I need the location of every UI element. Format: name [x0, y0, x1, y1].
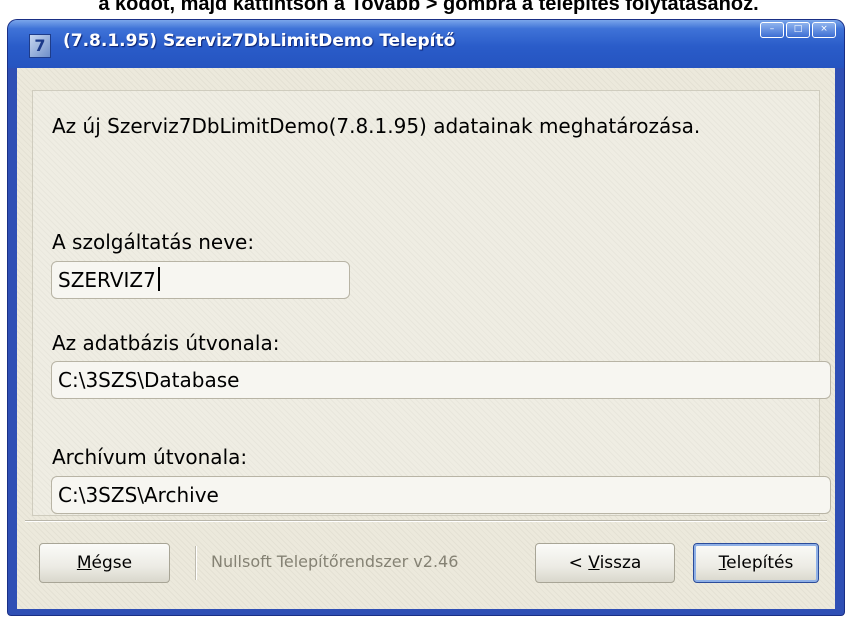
archive-path-input[interactable]: C:\3SZS\Archive — [51, 476, 831, 514]
cancel-accel-key: M — [76, 553, 92, 573]
archive-path-value: C:\3SZS\Archive — [58, 483, 219, 507]
footer-separator — [25, 520, 827, 522]
window-title: (7.8.1.95) Szerviz7DbLimitDemo Telepítő — [63, 31, 456, 51]
back-accel-key: V — [588, 553, 600, 573]
install-button[interactable]: Telepítés — [693, 543, 819, 583]
database-path-label: Az adatbázis útvonala: — [52, 331, 280, 355]
cancel-label-rest: égse — [91, 553, 133, 573]
database-path-input[interactable]: C:\3SZS\Database — [51, 361, 831, 399]
back-label-prefix: < — [568, 553, 589, 573]
archive-path-label: Archívum útvonala: — [52, 445, 248, 469]
page-heading: Az új Szerviz7DbLimitDemo(7.8.1.95) adat… — [52, 114, 701, 138]
close-icon[interactable]: × — [812, 22, 836, 38]
text-caret — [157, 267, 160, 291]
minimize-icon[interactable]: – — [760, 22, 784, 38]
installer-branding: Nullsoft Telepítőrendszer v2.46 — [211, 552, 459, 571]
service-name-value: SZERVIZ7 — [58, 268, 156, 292]
service-name-input[interactable]: SZERVIZ7 — [51, 261, 350, 299]
database-path-value: C:\3SZS\Database — [58, 368, 240, 392]
back-button[interactable]: < Vissza — [535, 543, 675, 583]
installer-window: 7 (7.8.1.95) Szerviz7DbLimitDemo Telepít… — [8, 20, 844, 615]
footer-divider — [195, 546, 197, 580]
installer-app-icon: 7 — [29, 34, 51, 58]
maximize-icon[interactable]: □ — [786, 22, 810, 38]
service-name-label: A szolgáltatás neve: — [52, 230, 255, 254]
back-label-rest: issza — [599, 553, 642, 573]
cancel-button[interactable]: Mégse — [39, 543, 170, 583]
install-label-rest: elepítés — [726, 553, 794, 573]
title-bar[interactable]: 7 (7.8.1.95) Szerviz7DbLimitDemo Telepít… — [8, 20, 844, 68]
dialog-body: Az új Szerviz7DbLimitDemo(7.8.1.95) adat… — [17, 68, 835, 609]
